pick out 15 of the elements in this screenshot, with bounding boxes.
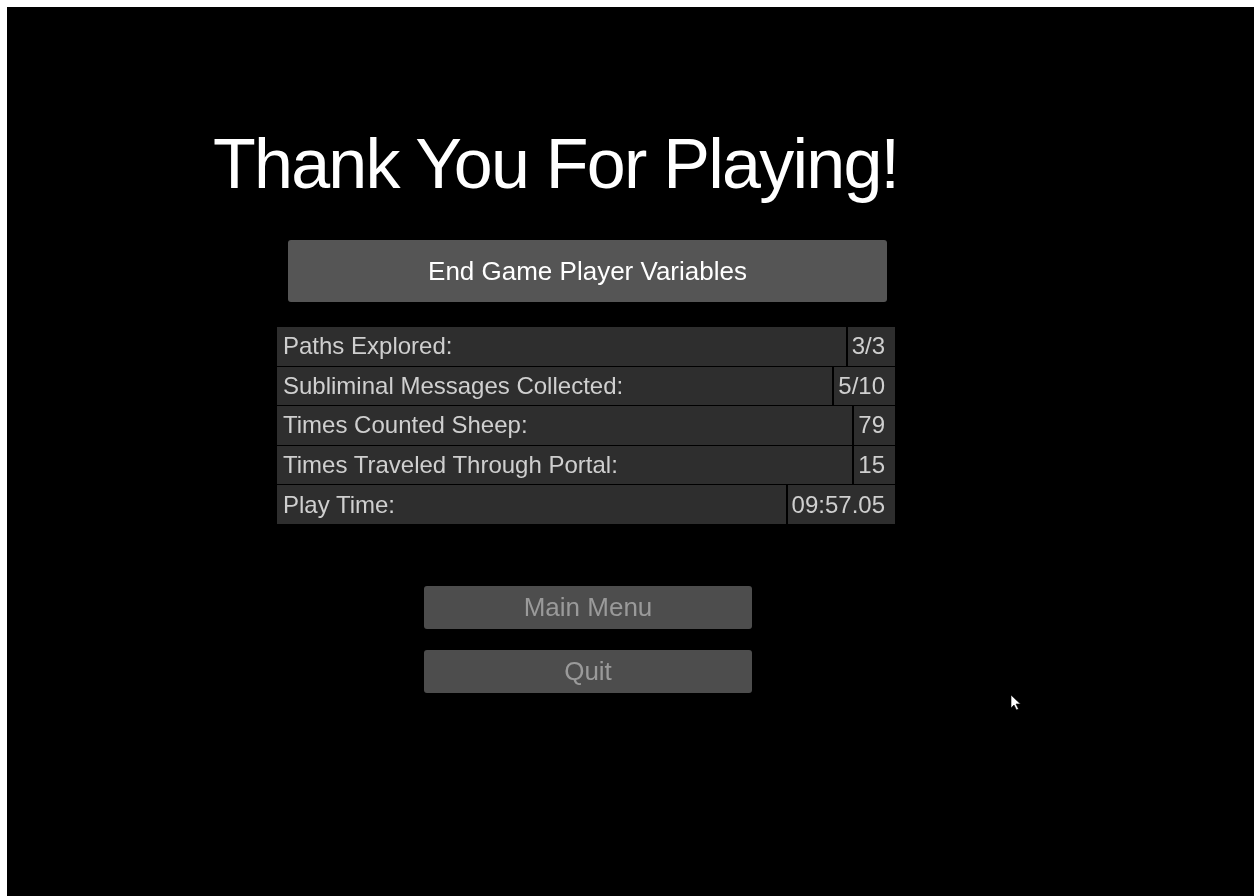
menu-button[interactable]: Main Menu bbox=[424, 585, 752, 629]
game-title: Thank You For Playing! bbox=[213, 124, 899, 205]
stat-value: 15 bbox=[854, 445, 895, 485]
stat-value: 09:57.05 bbox=[787, 485, 895, 524]
menu-button[interactable]: Quit bbox=[424, 649, 752, 693]
section-header: End Game Player Variables bbox=[288, 240, 887, 302]
stat-value: 79 bbox=[854, 406, 895, 445]
stat-label: Times Counted Sheep: bbox=[277, 406, 853, 445]
stat-label: Times Traveled Through Portal: bbox=[277, 445, 853, 485]
stat-label: Paths Explored: bbox=[277, 327, 846, 366]
stat-label: Subliminal Messages Collected: bbox=[277, 366, 833, 406]
cursor-icon bbox=[1011, 695, 1022, 711]
stat-value: 5/10 bbox=[834, 366, 895, 406]
stat-value: 3/3 bbox=[847, 327, 895, 366]
stat-label: Play Time: bbox=[277, 485, 786, 524]
